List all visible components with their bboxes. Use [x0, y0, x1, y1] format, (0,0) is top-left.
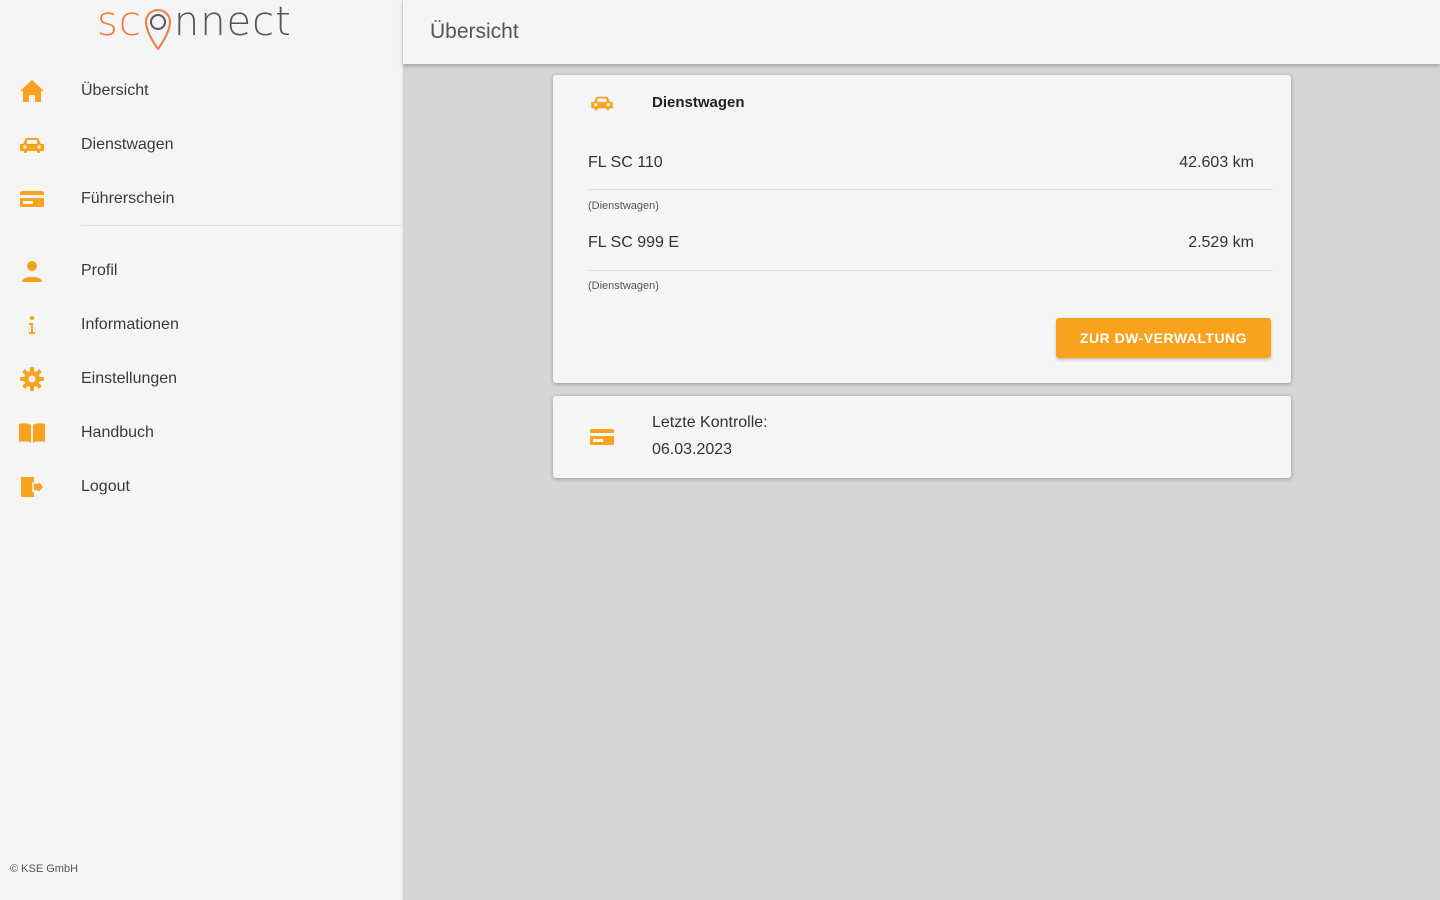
copyright-footer: © KSE GmbH: [10, 863, 79, 875]
sidebar-item-label: Informationen: [81, 316, 179, 333]
sidebar-item-einstellungen[interactable]: Einstellungen: [0, 352, 403, 406]
sidebar-item-dienstwagen[interactable]: Dienstwagen: [0, 118, 403, 172]
vehicle-plate: FL SC 110: [588, 154, 663, 171]
book-icon: [18, 419, 46, 447]
card-title: Dienstwagen: [652, 94, 745, 111]
last-check-date: 06.03.2023: [652, 441, 733, 458]
sidebar-item-uebersicht[interactable]: Übersicht: [0, 64, 403, 118]
license-card-icon: [588, 426, 616, 448]
sidebar-item-label: Übersicht: [81, 82, 149, 99]
sidebar-item-handbuch[interactable]: Handbuch: [0, 406, 403, 460]
sidebar-item-profil[interactable]: Profil: [0, 244, 403, 298]
company-cars-card: Dienstwagen FL SC 110 42.603 km (Dienstw…: [553, 75, 1291, 383]
sidebar-item-label: Einstellungen: [81, 370, 178, 387]
home-icon: [18, 77, 46, 105]
vehicle-mileage: 2.529 km: [1188, 234, 1254, 251]
info-icon: [18, 311, 46, 339]
car-icon: [18, 131, 46, 159]
logo-text-end: nnect: [173, 0, 292, 45]
vehicle-type: (Dienstwagen): [588, 280, 659, 292]
vehicle-mileage: 42.603 km: [1179, 154, 1254, 171]
sidebar-item-label: Führerschein: [81, 190, 175, 207]
sidebar-item-label: Profil: [81, 262, 118, 279]
logout-icon: [18, 473, 46, 501]
logo-text-start: sc: [97, 0, 142, 45]
car-icon: [588, 92, 616, 114]
sidebar-item-fuehrerschein[interactable]: Führerschein: [0, 172, 403, 226]
gear-icon: [18, 365, 46, 393]
vehicle-type: (Dienstwagen): [588, 200, 659, 212]
car-management-button[interactable]: ZUR DW-VERWALTUNG: [1056, 318, 1271, 358]
location-pin-icon: [143, 5, 173, 51]
sidebar-item-logout[interactable]: Logout: [0, 460, 403, 514]
sidebar: sc nnect Übersicht Dienstwagen Führersch…: [0, 0, 403, 900]
sidebar-item-label: Logout: [81, 478, 130, 495]
row-divider: [588, 270, 1273, 271]
license-check-card[interactable]: Letzte Kontrolle: 06.03.2023: [553, 396, 1291, 478]
sidebar-divider: [81, 225, 403, 226]
sidebar-item-label: Handbuch: [81, 424, 154, 441]
sidebar-item-informationen[interactable]: Informationen: [0, 298, 403, 352]
app-header: Übersicht: [403, 0, 1440, 64]
sidebar-item-label: Dienstwagen: [81, 136, 174, 153]
row-divider: [588, 189, 1273, 190]
license-card-icon: [18, 185, 46, 213]
last-check-label: Letzte Kontrolle:: [652, 414, 768, 431]
app-logo: sc nnect: [97, 0, 292, 52]
vehicle-plate: FL SC 999 E: [588, 234, 680, 251]
page-title: Übersicht: [430, 20, 519, 43]
person-icon: [18, 257, 46, 285]
